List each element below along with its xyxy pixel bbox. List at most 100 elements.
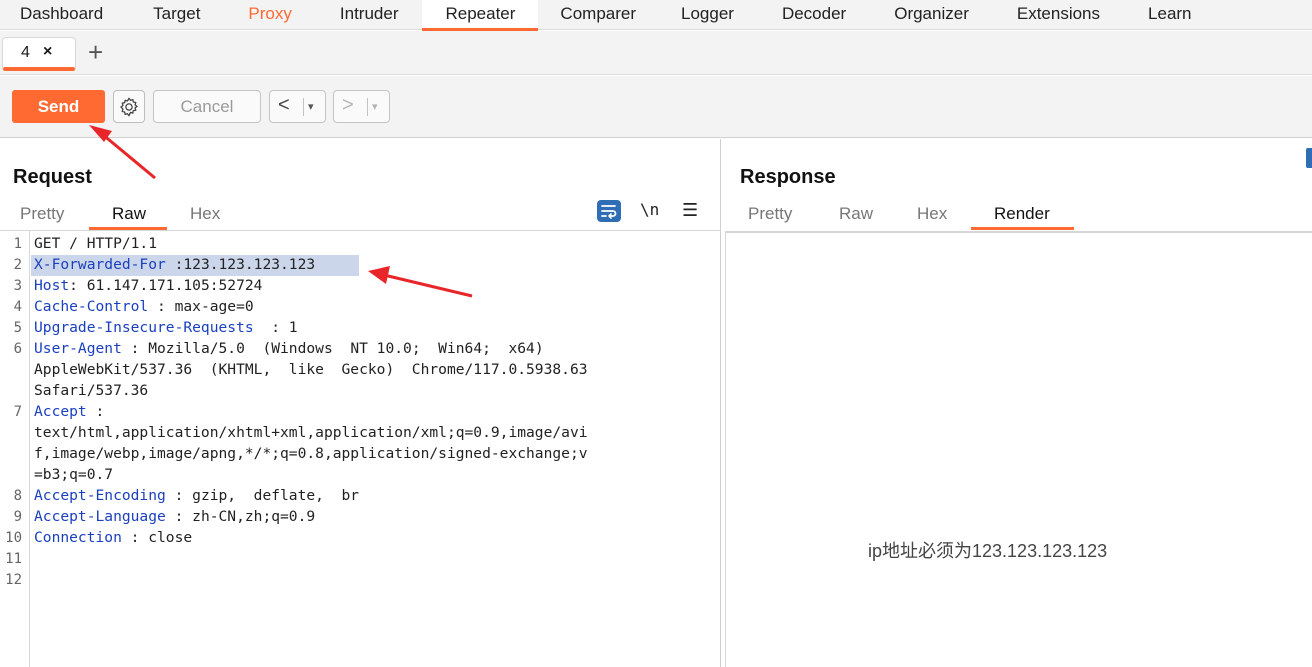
tab-response-pretty[interactable]: Pretty — [748, 204, 792, 224]
header-key: X-Forwarded-For — [34, 256, 166, 273]
tab-response-render[interactable]: Render — [994, 204, 1050, 224]
chevron-right-icon: > — [342, 94, 354, 116]
add-tab-icon[interactable]: + — [88, 38, 103, 66]
top-nav: Dashboard Target Proxy Intruder Repeater… — [0, 0, 1312, 31]
chevron-down-icon[interactable]: ▾ — [372, 100, 378, 113]
response-title: Response — [740, 166, 836, 188]
nav-tab-target[interactable]: Target — [129, 0, 224, 30]
render-text: ip地址必须为123.123.123.123 — [868, 541, 1108, 561]
newline-icon[interactable]: \n — [640, 200, 659, 219]
line-number: 1 — [13, 236, 22, 252]
repeater-tab-4[interactable]: 4 × — [2, 37, 76, 71]
nav-tab-logger[interactable]: Logger — [658, 0, 758, 30]
header-value: : max-age=0 — [148, 298, 254, 315]
back-button[interactable]: < ▾ — [269, 90, 326, 123]
header-value: f,image/webp,image/apng,*/*;q=0.8,applic… — [34, 445, 588, 462]
nav-tab-proxy[interactable]: Proxy — [224, 0, 315, 30]
active-tab-indicator — [971, 227, 1074, 230]
repeater-tabs: 4 × + — [0, 31, 1312, 75]
code-line: User-Agent : Mozilla/5.0 (Windows NT 10.… — [34, 340, 544, 357]
header-value: AppleWebKit/537.36 (KHTML, like Gecko) C… — [34, 361, 588, 378]
code-line: Cache-Control : max-age=0 — [34, 298, 254, 315]
line-number: 4 — [13, 299, 22, 315]
divider — [367, 98, 368, 116]
nav-tab-organizer[interactable]: Organizer — [870, 0, 993, 30]
toolbar: Send Cancel < ▾ > ▾ — [0, 76, 1312, 138]
nav-tab-comparer[interactable]: Comparer — [538, 0, 658, 30]
header-value: : Mozilla/5.0 (Windows NT 10.0; Win64; x… — [121, 340, 544, 357]
chevron-down-icon[interactable]: ▾ — [308, 100, 314, 113]
line-number-gutter: 1 2 3 4 5 6 7 8 9 10 11 12 — [0, 231, 30, 667]
code-line: =b3;q=0.7 — [34, 466, 113, 483]
wrap-icon — [597, 200, 621, 222]
forward-button[interactable]: > ▾ — [333, 90, 390, 123]
header-value: : 1 — [253, 319, 298, 336]
tab-response-hex[interactable]: Hex — [917, 204, 947, 224]
code-line: Safari/537.36 — [34, 382, 148, 399]
header-value: Safari/537.36 — [34, 382, 149, 399]
nav-tab-learn[interactable]: Learn — [1124, 0, 1211, 30]
line-number: 6 — [13, 341, 22, 357]
nav-tab-extensions[interactable]: Extensions — [993, 0, 1124, 30]
line-number: 10 — [5, 530, 22, 546]
header-value: : 61.147.171.105:52724 — [69, 277, 263, 294]
gear-icon — [120, 97, 138, 116]
nav-tab-decoder[interactable]: Decoder — [758, 0, 870, 30]
header-key: Cache-Control — [34, 298, 149, 315]
code-line: Connection : close — [34, 529, 192, 546]
cancel-button[interactable]: Cancel — [153, 90, 261, 123]
line-number: 7 — [13, 404, 22, 420]
arrow-icon — [368, 266, 473, 298]
header-key: Accept-Language — [34, 508, 166, 525]
code-line: X-Forwarded-For :123.123.123.123 — [34, 256, 315, 273]
header-value: : close — [121, 529, 193, 546]
send-button[interactable]: Send — [12, 90, 105, 123]
header-key: Accept — [34, 403, 87, 420]
code-line: Accept-Encoding : gzip, deflate, br — [34, 487, 359, 504]
tab-request-raw[interactable]: Raw — [112, 204, 146, 224]
menu-icon[interactable]: ☰ — [682, 200, 698, 221]
nav-tab-dashboard[interactable]: Dashboard — [0, 0, 129, 30]
request-text: GET / HTTP/1.1 — [34, 235, 158, 252]
code-line: Upgrade-Insecure-Requests : 1 — [34, 319, 298, 336]
code-line: AppleWebKit/537.36 (KHTML, like Gecko) C… — [34, 361, 588, 378]
divider — [0, 230, 720, 231]
tab-request-hex[interactable]: Hex — [190, 204, 220, 224]
header-value: text/html,application/xhtml+xml,applicat… — [34, 424, 588, 441]
header-key: Accept-Encoding — [34, 487, 166, 504]
line-number: 3 — [13, 278, 22, 294]
close-icon[interactable]: × — [43, 43, 52, 61]
header-value: : gzip, deflate, br — [165, 487, 360, 504]
code-line: GET / HTTP/1.1 — [34, 235, 157, 252]
code-line: Host: 61.147.171.105:52724 — [34, 277, 262, 294]
line-number: 2 — [13, 257, 22, 273]
line-number: 12 — [5, 572, 22, 588]
header-value: =b3;q=0.7 — [34, 466, 114, 483]
nav-tab-intruder[interactable]: Intruder — [316, 0, 423, 30]
settings-button[interactable] — [113, 90, 145, 123]
chevron-left-icon: < — [278, 94, 290, 116]
panel-splitter[interactable] — [720, 139, 721, 667]
repeater-tab-label: 4 — [21, 44, 30, 61]
request-title: Request — [13, 166, 92, 188]
line-number: 8 — [13, 488, 22, 504]
code-line: f,image/webp,image/apng,*/*;q=0.8,applic… — [34, 445, 588, 462]
line-number: 9 — [13, 509, 22, 525]
line-number: 5 — [13, 320, 22, 336]
panel-layout-icon[interactable] — [1306, 148, 1312, 168]
tab-request-pretty[interactable]: Pretty — [20, 204, 64, 224]
response-render-area — [725, 231, 1312, 667]
header-value: : zh-CN,zh;q=0.9 — [165, 508, 316, 525]
nav-tab-repeater[interactable]: Repeater — [422, 0, 539, 31]
code-line: text/html,application/xhtml+xml,applicat… — [34, 424, 588, 441]
header-key: Upgrade-Insecure-Requests — [34, 319, 254, 336]
code-line: Accept : — [34, 403, 104, 420]
line-number: 11 — [5, 551, 22, 567]
divider — [303, 98, 304, 116]
header-key: Host — [34, 277, 70, 294]
header-value: : — [86, 403, 105, 420]
code-line: Accept-Language : zh-CN,zh;q=0.9 — [34, 508, 315, 525]
wrap-button[interactable] — [596, 199, 622, 223]
tab-response-raw[interactable]: Raw — [839, 204, 873, 224]
header-value: :123.123.123.123 — [165, 256, 316, 273]
